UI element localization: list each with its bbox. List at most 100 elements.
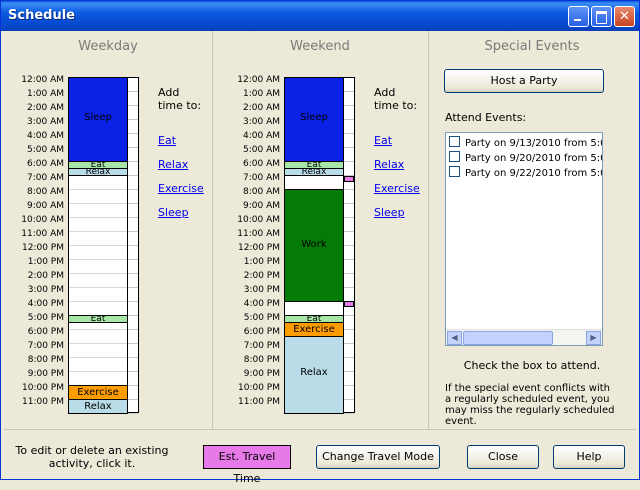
hour-row[interactable] (69, 246, 127, 260)
weekday-add-sleep-link[interactable]: Sleep (158, 206, 189, 219)
change-travel-mode-button[interactable]: Change Travel Mode (316, 445, 440, 469)
weekday-add-exercise-link[interactable]: Exercise (158, 182, 204, 195)
hour-row[interactable] (128, 120, 138, 134)
hour-row[interactable] (128, 330, 138, 344)
activity-block-relax[interactable]: Relax (284, 168, 344, 176)
hour-row[interactable] (344, 274, 354, 288)
event-item[interactable]: Party on 9/13/2010 from 5:00 (449, 136, 602, 150)
hour-row[interactable] (344, 400, 354, 414)
hour-row[interactable] (128, 204, 138, 218)
hour-row[interactable] (128, 274, 138, 288)
event-checkbox[interactable] (449, 136, 460, 147)
hour-row[interactable] (344, 134, 354, 148)
activity-block-relax[interactable]: Relax (68, 399, 128, 414)
hour-row[interactable] (344, 190, 354, 204)
hour-row[interactable] (344, 330, 354, 344)
scroll-right-icon[interactable]: ▶ (586, 331, 601, 345)
hour-row[interactable] (69, 358, 127, 372)
help-button[interactable]: Help (553, 445, 625, 469)
scroll-thumb[interactable] (463, 331, 553, 345)
hour-row[interactable] (344, 204, 354, 218)
hour-row[interactable] (69, 176, 127, 190)
hour-row[interactable] (344, 344, 354, 358)
hour-row[interactable] (128, 218, 138, 232)
activity-block-sleep[interactable]: Sleep (284, 77, 344, 162)
close-button[interactable]: Close (467, 445, 539, 469)
hour-row[interactable] (344, 162, 354, 176)
hour-row[interactable] (285, 176, 343, 190)
hour-row[interactable] (128, 106, 138, 120)
hour-row[interactable] (344, 106, 354, 120)
hour-row[interactable] (69, 260, 127, 274)
hour-row[interactable] (128, 358, 138, 372)
hour-row[interactable] (69, 372, 127, 386)
hour-row[interactable] (344, 120, 354, 134)
weekday-add-relax-link[interactable]: Relax (158, 158, 188, 171)
hour-row[interactable] (69, 232, 127, 246)
minimize-button[interactable] (568, 6, 589, 27)
hour-row[interactable] (344, 148, 354, 162)
hour-row[interactable] (69, 288, 127, 302)
hour-row[interactable] (128, 176, 138, 190)
events-horizontal-scrollbar[interactable]: ◀ ▶ (446, 329, 602, 345)
travel-time-marker[interactable] (344, 176, 354, 182)
maximize-button[interactable] (591, 6, 612, 27)
hour-row[interactable] (344, 218, 354, 232)
hour-row[interactable] (69, 274, 127, 288)
hour-row[interactable] (344, 358, 354, 372)
hour-row[interactable] (128, 302, 138, 316)
hour-row[interactable] (344, 386, 354, 400)
scroll-left-icon[interactable]: ◀ (447, 331, 462, 345)
hour-row[interactable] (128, 246, 138, 260)
event-checkbox[interactable] (449, 166, 460, 177)
hour-row[interactable] (344, 232, 354, 246)
activity-block-exercise[interactable]: Exercise (68, 385, 128, 400)
hour-row[interactable] (69, 190, 127, 204)
hour-row[interactable] (128, 190, 138, 204)
weekend-add-eat-link[interactable]: Eat (374, 134, 392, 147)
hour-row[interactable] (69, 330, 127, 344)
weekend-schedule-grid[interactable]: Sleep Eat Relax Work Eat Exercise Relax (284, 77, 344, 414)
weekend-add-relax-link[interactable]: Relax (374, 158, 404, 171)
hour-row[interactable] (344, 260, 354, 274)
hour-row[interactable] (344, 246, 354, 260)
hour-row[interactable] (344, 316, 354, 330)
hour-row[interactable] (128, 344, 138, 358)
close-window-button[interactable]: ✕ (614, 6, 635, 27)
hour-row[interactable] (69, 302, 127, 316)
host-party-button[interactable]: Host a Party (444, 69, 604, 93)
hour-row[interactable] (128, 232, 138, 246)
activity-block-work[interactable]: Work (284, 189, 344, 302)
weekday-add-eat-link[interactable]: Eat (158, 134, 176, 147)
hour-row[interactable] (128, 372, 138, 386)
events-listbox[interactable]: ◀ ▶ Party on 9/13/2010 from 5:00 Party on… (445, 132, 603, 346)
title-bar[interactable]: Schedule ✕ (1, 1, 639, 31)
activity-block-exercise[interactable]: Exercise (284, 322, 344, 337)
activity-block-sleep[interactable]: Sleep (68, 77, 128, 162)
hour-row[interactable] (128, 260, 138, 274)
hour-row[interactable] (344, 78, 354, 92)
hour-row[interactable] (128, 92, 138, 106)
weekend-add-exercise-link[interactable]: Exercise (374, 182, 420, 195)
activity-block-relax[interactable]: Relax (68, 168, 128, 176)
hour-row[interactable] (69, 344, 127, 358)
travel-time-marker[interactable] (344, 300, 354, 307)
weekend-add-sleep-link[interactable]: Sleep (374, 206, 405, 219)
hour-row[interactable] (69, 204, 127, 218)
event-checkbox[interactable] (449, 151, 460, 162)
event-item[interactable]: Party on 9/22/2010 from 5:00 (449, 166, 602, 180)
hour-row[interactable] (128, 316, 138, 330)
hour-row[interactable] (69, 218, 127, 232)
activity-block-eat[interactable]: Eat (68, 315, 128, 323)
hour-row[interactable] (128, 78, 138, 92)
event-item[interactable]: Party on 9/20/2010 from 5:00 (449, 151, 602, 165)
hour-row[interactable] (344, 92, 354, 106)
hour-row[interactable] (128, 162, 138, 176)
hour-row[interactable] (344, 372, 354, 386)
weekday-schedule-grid[interactable]: Sleep Eat Relax Eat Exercise Relax (68, 77, 128, 414)
hour-row[interactable] (285, 302, 343, 316)
hour-row[interactable] (128, 148, 138, 162)
hour-row[interactable] (128, 288, 138, 302)
hour-row[interactable] (128, 400, 138, 414)
activity-block-relax[interactable]: Relax (284, 336, 344, 414)
